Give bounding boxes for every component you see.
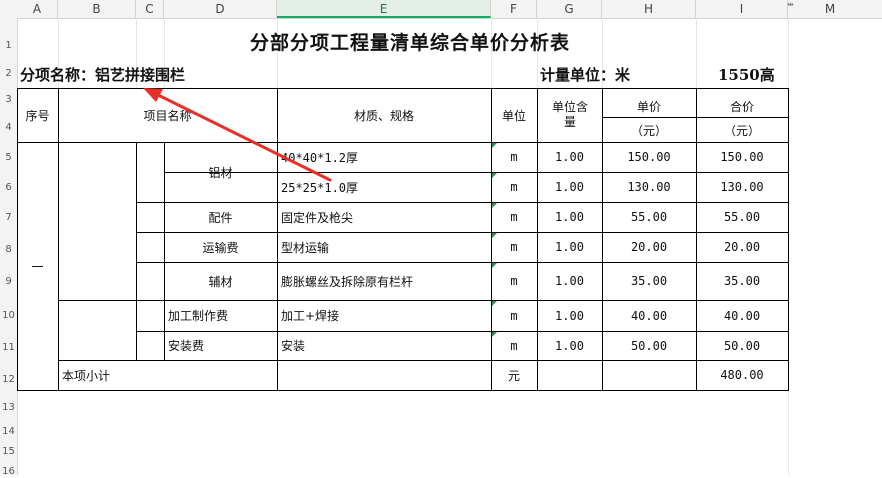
annotation-arrow [143,88,332,182]
